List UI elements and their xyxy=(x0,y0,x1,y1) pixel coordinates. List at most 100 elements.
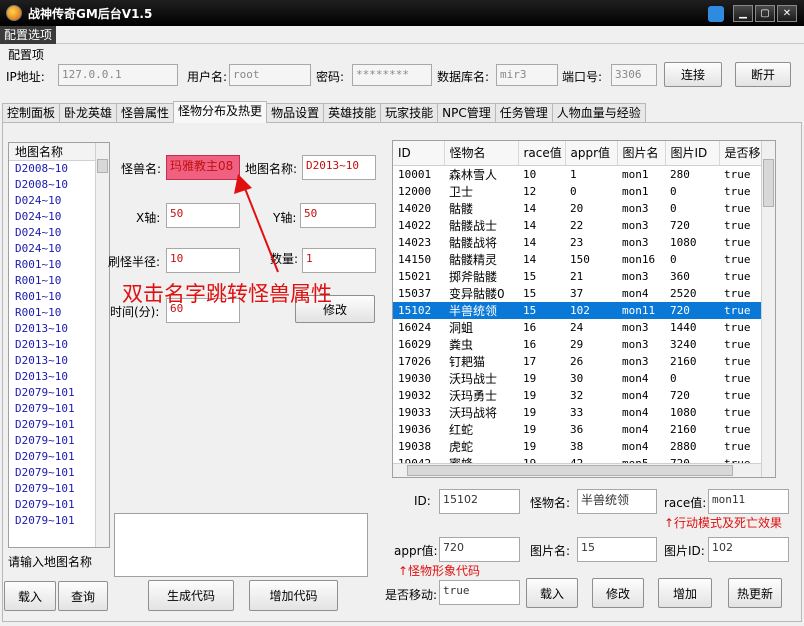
table-row[interactable]: 19038 虎蛇 19 38 mon4 2880 true xyxy=(393,438,773,455)
tab-control-panel[interactable]: 控制面板 xyxy=(2,103,61,123)
skin-shirt-icon[interactable] xyxy=(708,6,724,22)
map-list-item[interactable]: D2013~10 xyxy=(9,369,109,385)
map-list-item[interactable]: D2079~101 xyxy=(9,449,109,465)
table-row[interactable]: 15102 半兽统领 15 102 mon11 720 true xyxy=(393,301,773,319)
table-row[interactable]: 14023 骷髅战将 14 23 mon3 1080 true xyxy=(393,234,773,251)
monster-grid[interactable]: ID 怪物名 race值 appr值 图片名 图片ID 是否移动 10001 森林雪人 10 1 m… xyxy=(392,140,776,478)
grid-column-header[interactable]: ID xyxy=(393,141,445,166)
table-cell: 卫士 xyxy=(449,184,474,199)
password-input[interactable]: ******** xyxy=(352,64,432,86)
detail-race-input[interactable]: mon11 xyxy=(708,489,789,514)
tab-item-settings[interactable]: 物品设置 xyxy=(266,103,325,123)
detail-pic-input[interactable]: 15 xyxy=(577,537,657,562)
spawn-radius-input[interactable]: 10 xyxy=(166,248,240,273)
map-load-button[interactable]: 载入 xyxy=(4,581,56,611)
count-input[interactable]: 1 xyxy=(302,248,376,273)
grid-column-header[interactable]: appr值 xyxy=(565,141,618,166)
x-axis-input[interactable]: 50 xyxy=(166,203,240,228)
disconnect-button[interactable]: 断开 xyxy=(735,62,791,87)
y-axis-input[interactable]: 50 xyxy=(300,203,376,228)
table-row[interactable]: 16024 洞蛆 16 24 mon3 1440 true xyxy=(393,319,773,336)
tab-quest-management[interactable]: 任务管理 xyxy=(494,103,553,123)
add-code-button[interactable]: 增加代码 xyxy=(249,580,338,611)
map-list-item[interactable]: R001~10 xyxy=(9,273,109,289)
tab-npc-management[interactable]: NPC管理 xyxy=(437,103,496,123)
hot-update-button[interactable]: 热更新 xyxy=(728,578,782,608)
detail-name-input[interactable]: 半兽统领 xyxy=(577,489,657,514)
map-list-item[interactable]: D2079~101 xyxy=(9,385,109,401)
map-list-item[interactable]: D2079~101 xyxy=(9,401,109,417)
ip-input[interactable]: 127.0.0.1 xyxy=(58,64,178,86)
map-name-input[interactable]: D2013~10 xyxy=(302,155,376,180)
map-list-item[interactable]: D2079~101 xyxy=(9,417,109,433)
map-list-item[interactable]: D2079~101 xyxy=(9,433,109,449)
tab-monster-distribution[interactable]: 怪物分布及热更 xyxy=(173,101,268,123)
map-list-item[interactable]: D024~10 xyxy=(9,209,109,225)
detail-modify-button[interactable]: 修改 xyxy=(592,578,644,608)
map-list-item[interactable]: D2079~101 xyxy=(9,497,109,513)
grid-column-header[interactable]: 图片ID xyxy=(665,141,720,166)
tab-hero-skills[interactable]: 英雄技能 xyxy=(323,103,382,123)
grid-column-header[interactable]: race值 xyxy=(518,141,566,166)
table-row[interactable]: 17026 钉耙猫 17 26 mon3 2160 true xyxy=(393,353,773,370)
grid-column-header[interactable]: 怪物名 xyxy=(444,141,519,166)
map-query-button[interactable]: 查询 xyxy=(58,581,108,611)
map-list-item[interactable]: D024~10 xyxy=(9,193,109,209)
table-row[interactable]: 15021 掷斧骷髅 15 21 mon3 360 true xyxy=(393,268,773,285)
db-input[interactable]: mir3 xyxy=(496,64,558,86)
table-row[interactable]: 14022 骷髅战士 14 22 mon3 720 true xyxy=(393,217,773,234)
table-row[interactable]: 14020 骷髅 14 20 mon3 0 true xyxy=(393,200,773,217)
map-list-item[interactable]: D2013~10 xyxy=(9,353,109,369)
tab-wolong-hero[interactable]: 卧龙英雄 xyxy=(59,103,118,123)
table-cell: 14023 xyxy=(398,235,432,249)
table-row[interactable]: 15037 变异骷髅0 15 37 mon4 2520 true xyxy=(393,285,773,302)
monster-name-input[interactable]: 玛雅教主08 xyxy=(166,155,240,180)
grid-horizontal-scrollbar[interactable] xyxy=(393,463,761,477)
detail-load-button[interactable]: 载入 xyxy=(526,578,578,608)
detail-move-input[interactable]: true xyxy=(439,580,520,605)
map-list-item[interactable]: D2008~10 xyxy=(9,161,109,177)
tab-monster-attributes[interactable]: 怪兽属性 xyxy=(116,103,175,123)
maximize-button[interactable]: ▢ xyxy=(755,5,775,22)
map-list-item[interactable]: D2008~10 xyxy=(9,177,109,193)
map-list-item[interactable]: D024~10 xyxy=(9,241,109,257)
table-row[interactable]: 10001 森林雪人 10 1 mon1 280 true xyxy=(393,165,773,183)
table-row[interactable]: 19033 沃玛战将 19 33 mon4 1080 true xyxy=(393,404,773,421)
code-output-textarea[interactable] xyxy=(114,513,368,577)
table-row[interactable]: 19036 红蛇 19 36 mon4 2160 true xyxy=(393,421,773,438)
map-list-item[interactable]: D2013~10 xyxy=(9,321,109,337)
grid-vertical-scrollbar[interactable] xyxy=(761,141,775,477)
map-list-item[interactable]: D2079~101 xyxy=(9,481,109,497)
table-row[interactable]: 19032 沃玛勇士 19 32 mon4 720 true xyxy=(393,387,773,404)
detail-appr-input[interactable]: 720 xyxy=(439,537,520,562)
detail-id-input[interactable]: 15102 xyxy=(439,489,520,514)
grid-column-header[interactable]: 图片名 xyxy=(617,141,666,166)
map-list-item[interactable]: R001~10 xyxy=(9,305,109,321)
map-list-item[interactable]: D2079~101 xyxy=(9,513,109,529)
connect-button[interactable]: 连接 xyxy=(664,62,722,87)
close-button[interactable]: ✕ xyxy=(777,5,797,22)
menu-config-options[interactable]: 配置选项 xyxy=(0,26,57,44)
port-input[interactable]: 3306 xyxy=(611,64,657,86)
table-row[interactable]: 14150 骷髅精灵 14 150 mon16 0 true xyxy=(393,251,773,268)
map-list-scrollbar[interactable] xyxy=(95,143,109,547)
generate-code-button[interactable]: 生成代码 xyxy=(148,580,234,611)
detail-add-button[interactable]: 增加 xyxy=(658,578,712,608)
detail-picid-input[interactable]: 102 xyxy=(708,537,789,562)
table-row[interactable]: 16029 粪虫 16 29 mon3 3240 true xyxy=(393,336,773,353)
map-list[interactable]: 地图名称 D2008~10 D2008~10 D024~10 D024~10 D024~… xyxy=(8,142,110,548)
tab-hp-exp[interactable]: 人物血量与经验 xyxy=(551,103,646,123)
map-list-item[interactable]: D2079~101 xyxy=(9,465,109,481)
table-row[interactable]: 12000 卫士 12 0 mon1 0 true xyxy=(393,183,773,200)
map-list-item[interactable]: D2013~10 xyxy=(9,337,109,353)
tab-player-skills[interactable]: 玩家技能 xyxy=(380,103,439,123)
user-input[interactable]: root xyxy=(229,64,311,86)
map-list-item[interactable]: R001~10 xyxy=(9,289,109,305)
map-list-scroll-thumb[interactable] xyxy=(97,159,108,173)
grid-hscroll-thumb[interactable] xyxy=(407,465,733,476)
minimize-button[interactable]: ▁ xyxy=(733,5,753,22)
grid-vscroll-thumb[interactable] xyxy=(763,159,774,207)
table-row[interactable]: 19030 沃玛战士 19 30 mon4 0 true xyxy=(393,370,773,387)
map-list-item[interactable]: R001~10 xyxy=(9,257,109,273)
map-list-item[interactable]: D024~10 xyxy=(9,225,109,241)
